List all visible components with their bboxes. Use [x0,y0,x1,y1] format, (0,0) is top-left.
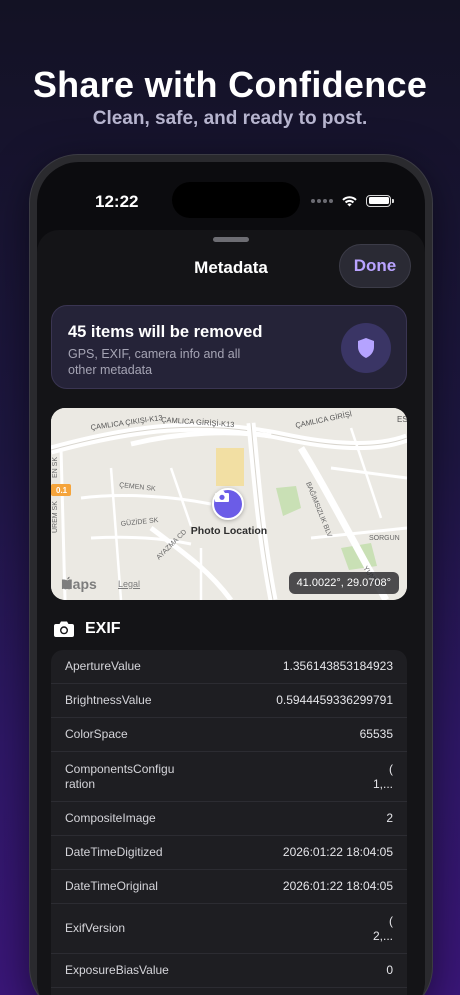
table-row: ExifVersion ( 2,... [51,904,407,954]
metadata-key: ApertureValue [65,659,141,673]
shield-badge [341,323,391,373]
metadata-value: 0.5944459336299791 [276,693,393,707]
photo-location-pin[interactable] [212,488,244,520]
metadata-value: ( 1,... [372,761,393,791]
metadata-value: 2026:01:22 18:04:05 [282,845,393,859]
metadata-value: 1.356143853184923 [282,659,393,673]
removal-title: 45 items will be removed [68,323,263,341]
apple-logo-icon [62,576,72,590]
removal-description: GPS, EXIF, camera info and all other met… [68,347,241,377]
street-label: SORGUN [369,535,400,542]
table-row: ColorSpace 65535 [51,718,407,752]
camera-icon [215,491,229,502]
table-row: BrightnessValue 0.5944459336299791 [51,684,407,718]
legal-link[interactable]: Legal [118,579,140,589]
exif-table: ApertureValue 1.356143853184923 Brightness… [51,650,407,995]
table-row: ApertureValue 1.356143853184923 [51,650,407,684]
phone-frame: 12:22 Metadata Done 45 items will be rem… [30,155,432,995]
table-row: ExposureMode0 [51,988,407,995]
pin-label: Photo Location [190,525,268,537]
wifi-icon [342,196,357,207]
street-label: ES [397,415,407,424]
location-map[interactable]: 0.1 ÇAMLICA ÇIKIŞI-K13 ÇAMLICA GİRİŞİ-K1… [51,408,407,600]
promo-headline: Share with Confidence [32,64,428,105]
table-row: DateTimeOriginal 2026:01:22 18:04:05 [51,870,407,904]
road-badge: 0.1 [56,486,68,495]
battery-icon [366,194,394,207]
street-label: ÜREM SK [51,501,59,533]
cellular-icon [311,198,333,203]
metadata-value: ( 2,... [372,913,393,943]
metadata-value: 2026:01:22 18:04:05 [282,879,393,893]
exif-section-header: EXIF [53,620,121,638]
table-row: CompositeImage 2 [51,802,407,836]
metadata-value: 0 [386,963,393,977]
status-time: 12:22 [95,192,139,211]
camera-icon [54,621,74,637]
done-button[interactable]: Done [339,244,411,288]
metadata-key: DateTimeOriginal [65,879,158,893]
table-row: ComponentsConfigu ration ( 1,... [51,752,407,802]
metadata-sheet: Metadata Done 45 items will be removed G… [37,230,425,995]
maps-attribution: Maps [61,576,97,592]
coordinates-badge: 41.0022°, 29.0708° [288,572,399,594]
shield-icon [358,338,374,358]
metadata-key: BrightnessValue [65,693,152,707]
metadata-key: DateTimeDigitized [65,845,163,859]
promo-subline: Clean, safe, and ready to post. [92,108,368,129]
metadata-key: ExposureBiasValue [65,963,169,977]
status-icons [311,194,394,207]
metadata-key: CompositeImage [65,811,156,825]
metadata-value: 65535 [359,727,393,741]
table-row: ExposureBiasValue 0 [51,954,407,988]
removal-summary-card: 45 items will be removed GPS, EXIF, came… [51,305,407,389]
sheet-grabber[interactable] [213,237,249,242]
metadata-value: 2 [386,811,393,825]
table-row: DateTimeDigitized 2026:01:22 18:04:05 [51,836,407,870]
section-label: EXIF [85,620,121,637]
metadata-key: ColorSpace [65,727,128,741]
metadata-key: ExifVersion [65,921,126,935]
dynamic-island [172,182,300,218]
street-label: EN SK [52,457,59,478]
phone-screen: 12:22 Metadata Done 45 items will be rem… [37,162,425,995]
metadata-key: ComponentsConfigu ration [65,761,175,791]
